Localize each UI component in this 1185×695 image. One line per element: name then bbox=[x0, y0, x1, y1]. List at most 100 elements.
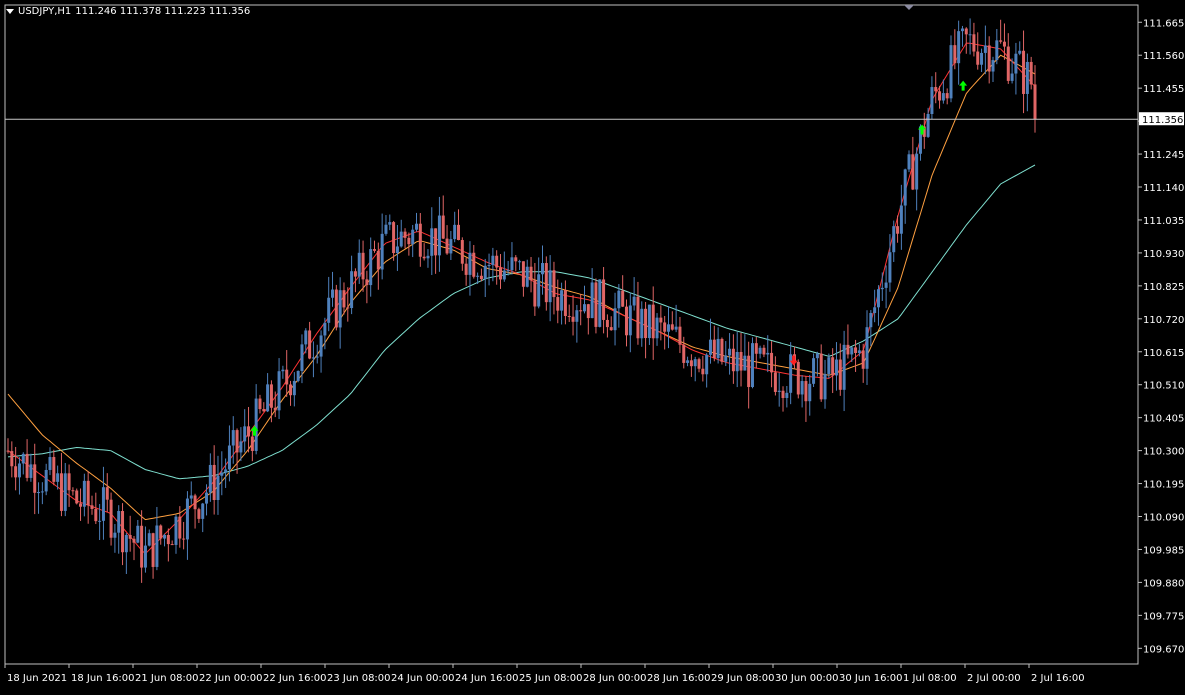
candle-body bbox=[850, 347, 854, 355]
candle-body bbox=[945, 93, 949, 99]
candle-body bbox=[854, 347, 858, 354]
x-tick-label: 18 Jun 2021 bbox=[7, 673, 67, 684]
dropdown-triangle-icon[interactable] bbox=[6, 9, 14, 14]
candle-body bbox=[182, 538, 186, 540]
candle-body bbox=[613, 308, 617, 331]
candle-body bbox=[346, 307, 350, 309]
candle-body bbox=[216, 475, 220, 501]
candle-body bbox=[552, 270, 556, 298]
candle-body bbox=[75, 490, 79, 504]
candle-body bbox=[636, 296, 640, 339]
candle-body bbox=[266, 384, 270, 412]
candle-body bbox=[151, 533, 155, 567]
candle-body bbox=[708, 339, 712, 355]
candle-body bbox=[876, 289, 880, 308]
candle-body bbox=[655, 317, 659, 339]
x-tick-label: 22 Jun 16:00 bbox=[263, 673, 327, 684]
candle-body bbox=[353, 271, 357, 277]
candle-body bbox=[369, 249, 373, 286]
candle-body bbox=[831, 357, 835, 376]
candle-body bbox=[773, 372, 777, 392]
y-tick-label: 110.615 bbox=[1143, 348, 1184, 359]
candle-body bbox=[220, 472, 224, 476]
candle-body bbox=[953, 45, 957, 64]
candle-body bbox=[247, 426, 251, 437]
candle-body bbox=[865, 327, 869, 369]
candle-body bbox=[1025, 61, 1029, 94]
chart-svg[interactable]: 111.665111.560111.455111.350111.245111.1… bbox=[0, 0, 1185, 691]
candle-body bbox=[132, 538, 136, 543]
candle-body bbox=[189, 495, 193, 499]
candle-body bbox=[315, 356, 319, 358]
candle-body bbox=[735, 351, 739, 372]
candle-body bbox=[537, 274, 541, 307]
candle-body bbox=[170, 544, 174, 546]
candle-body bbox=[808, 383, 812, 402]
candle-body bbox=[323, 322, 327, 336]
candle-body bbox=[373, 249, 377, 251]
candle-body bbox=[273, 407, 277, 411]
candle-body bbox=[514, 257, 518, 262]
candle-body bbox=[624, 306, 628, 336]
candle-body bbox=[705, 354, 709, 375]
candle-body bbox=[37, 492, 41, 494]
candle-body bbox=[796, 361, 800, 395]
candle-body bbox=[140, 525, 144, 568]
y-tick-label: 111.455 bbox=[1143, 84, 1184, 95]
candle-body bbox=[285, 369, 289, 385]
candle-body bbox=[460, 240, 464, 264]
time-axis[interactable]: 18 Jun 2021 18 Jun 16:00 21 Jun 08:00 22 Ju… bbox=[4, 664, 1085, 684]
candle-body bbox=[873, 307, 877, 313]
candle-body bbox=[1002, 41, 1006, 47]
x-tick-label: 24 Jun 16:00 bbox=[455, 673, 519, 684]
candle-body bbox=[1033, 84, 1037, 120]
candle-body bbox=[693, 359, 697, 367]
candle-body bbox=[888, 252, 892, 283]
candle-body bbox=[1006, 46, 1010, 81]
candle-body bbox=[262, 409, 266, 412]
candle-body bbox=[67, 473, 71, 491]
candle-body bbox=[380, 233, 384, 270]
y-tick-label: 110.300 bbox=[1143, 447, 1184, 458]
candle-body bbox=[834, 359, 838, 376]
candle-body bbox=[907, 154, 911, 170]
candle-body bbox=[957, 31, 961, 64]
candle-body bbox=[365, 279, 369, 286]
candle-body bbox=[976, 51, 980, 65]
y-tick-label: 109.880 bbox=[1143, 578, 1184, 589]
candle-body bbox=[44, 469, 48, 492]
candle-body bbox=[338, 290, 342, 328]
candle-body bbox=[491, 255, 495, 265]
candle-body bbox=[651, 304, 655, 339]
candle-body bbox=[540, 263, 544, 275]
candle-body bbox=[327, 297, 331, 323]
candle-body bbox=[212, 464, 216, 501]
candle-body bbox=[663, 322, 667, 332]
candle-body bbox=[724, 355, 728, 362]
candle-body bbox=[418, 223, 422, 257]
candle-body bbox=[197, 509, 201, 519]
candle-body bbox=[499, 267, 503, 280]
candle-body bbox=[571, 316, 575, 322]
candle-body bbox=[163, 534, 167, 539]
candle-body bbox=[838, 359, 842, 390]
price-chart[interactable]: 111.665111.560111.455111.350111.245111.1… bbox=[0, 0, 1185, 691]
candle-body bbox=[449, 239, 453, 254]
candle-body bbox=[258, 398, 262, 410]
x-tick-label: 18 Jun 16:00 bbox=[71, 673, 135, 684]
candle-body bbox=[1010, 73, 1014, 81]
x-tick-label: 30 Jun 00:00 bbox=[775, 673, 839, 684]
candle-body bbox=[861, 350, 865, 369]
candle-body bbox=[892, 226, 896, 253]
y-tick-label: 110.405 bbox=[1143, 414, 1184, 425]
candle-body bbox=[964, 28, 968, 35]
candle-body bbox=[25, 453, 29, 478]
candle-body bbox=[29, 464, 33, 478]
candle-body bbox=[510, 257, 514, 271]
candle-body bbox=[395, 246, 399, 254]
y-tick-label: 111.140 bbox=[1143, 183, 1184, 194]
candle-body bbox=[789, 354, 793, 393]
y-tick-label: 110.720 bbox=[1143, 315, 1184, 326]
candle-body bbox=[250, 436, 254, 451]
chart-shift-marker-icon[interactable] bbox=[904, 5, 914, 10]
